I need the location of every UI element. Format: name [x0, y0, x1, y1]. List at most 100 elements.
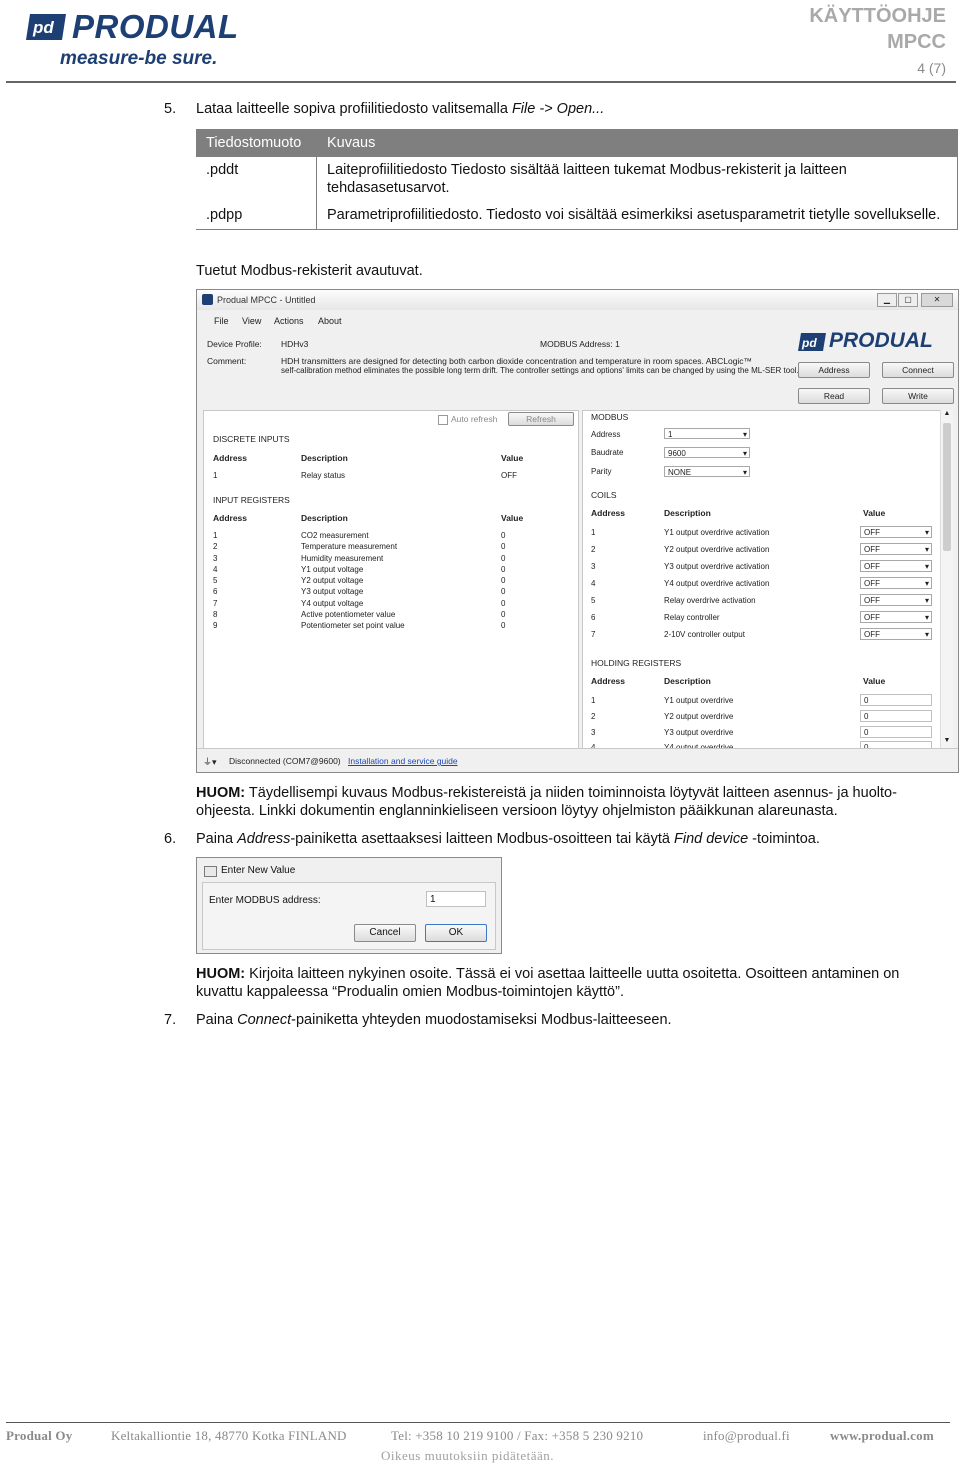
coil-address: 1: [591, 528, 596, 537]
coil-description: Relay controller: [664, 613, 720, 622]
coil-address: 5: [591, 596, 596, 605]
dialog-body: Enter MODBUS address: 1 Cancel OK: [202, 882, 496, 950]
note-2-label: HUOM:: [196, 966, 246, 982]
holding-address: 1: [591, 696, 596, 705]
modbus-address-prompt: Enter MODBUS address:: [209, 895, 321, 906]
modbus-address-input[interactable]: 1: [426, 891, 486, 907]
cell-description: Relay status: [301, 471, 346, 480]
holding-value-input[interactable]: 0: [860, 726, 932, 738]
table-row: 7: [213, 598, 218, 608]
scroll-up-icon[interactable]: ▲: [942, 410, 952, 420]
footer-divider: [6, 1422, 950, 1423]
close-icon[interactable]: ✕: [921, 293, 953, 307]
footer-phone: Tel: +358 10 219 9100 / Fax: +358 5 230 …: [391, 1428, 644, 1443]
holding-description: Y3 output overdrive: [664, 728, 734, 737]
cancel-button[interactable]: Cancel: [354, 924, 416, 942]
table-row: 6: [213, 587, 218, 597]
menu-actions[interactable]: Actions: [274, 316, 304, 326]
column-header: Value: [501, 453, 524, 463]
input-registers-value-column: 0 0 0 0 0 0 0 0 0: [501, 530, 505, 632]
coil-description: Y1 output overdrive activation: [664, 528, 770, 537]
table-row: 0: [501, 542, 506, 552]
ok-button[interactable]: OK: [425, 924, 487, 942]
table-row: 2: [213, 542, 218, 552]
coil-value-dropdown[interactable]: OFF: [860, 628, 932, 641]
status-bar: ⏚▾ Disconnected (COM7@9600) Installation…: [197, 748, 958, 772]
auto-refresh-checkbox[interactable]: [438, 415, 448, 425]
footer-address: Keltakalliontie 18, 48770 Kotka FINLAND: [111, 1428, 347, 1443]
step-7-number: 7.: [164, 1012, 177, 1028]
table-row: Temperature measurement: [301, 542, 398, 552]
logo-text: PRODUAL: [72, 8, 239, 45]
scroll-down-icon[interactable]: ▼: [942, 737, 952, 747]
table-row: CO2 measurement: [301, 531, 369, 540]
vertical-scrollbar[interactable]: ▲ ▼: [940, 410, 953, 748]
table-header-format: Tiedostomuoto: [196, 129, 317, 157]
coil-value-dropdown[interactable]: OFF: [860, 577, 932, 590]
step-5-text: Lataa laitteelle sopiva profiilitiedosto…: [196, 101, 605, 117]
input-registers-address-column: 1 2 3 4 5 6 7 8 9: [213, 530, 217, 632]
coil-value-dropdown[interactable]: OFF: [860, 543, 932, 556]
table-row: 0: [501, 621, 506, 631]
connection-plug-icon: ⏚▾: [203, 757, 217, 767]
coil-address: 6: [591, 613, 596, 622]
modbus-address-dropdown[interactable]: 1: [664, 428, 750, 440]
modbus-address-label: MODBUS Address: 1: [540, 339, 620, 349]
connect-button[interactable]: Connect: [882, 362, 954, 378]
table-row: 8: [213, 610, 218, 620]
table-row: 0: [501, 576, 506, 586]
table-row: 9: [213, 621, 218, 631]
minimize-icon[interactable]: ▁: [877, 293, 897, 307]
table-row: 0: [501, 553, 506, 563]
baudrate-dropdown[interactable]: 9600: [664, 447, 750, 459]
footer-email[interactable]: info@produal.fi: [703, 1428, 790, 1444]
file-type-table: Tiedostomuoto Kuvaus .pddt Laiteprofiili…: [196, 129, 958, 230]
installation-guide-link[interactable]: Installation and service guide: [348, 756, 458, 766]
table-row: 1: [213, 531, 218, 540]
dialog-window-icon: [204, 866, 217, 877]
menu-view[interactable]: View: [242, 316, 261, 326]
app-logo-icon: pd: [798, 333, 826, 351]
step-6-number: 6.: [164, 831, 177, 847]
step-5-number: 5.: [164, 101, 177, 117]
menu-file[interactable]: File: [214, 316, 229, 326]
coil-address: 4: [591, 579, 596, 588]
coil-value-dropdown[interactable]: OFF: [860, 560, 932, 573]
app-logo-text: PRODUAL: [829, 329, 933, 352]
coil-address: 3: [591, 562, 596, 571]
table-row: 0: [501, 587, 506, 597]
header-divider: [6, 81, 956, 83]
produal-logo-icon: pd: [26, 14, 66, 40]
find-device-term: Find device: [674, 831, 749, 847]
coil-value-dropdown[interactable]: OFF: [860, 526, 932, 539]
column-header: Description: [301, 453, 348, 463]
refresh-button[interactable]: Refresh: [508, 412, 574, 426]
holding-address: 3: [591, 728, 596, 737]
svg-text:pd: pd: [32, 18, 54, 37]
menu-path: File -> Open...: [511, 101, 605, 117]
slogan: measure-be sure.: [60, 48, 218, 69]
menu-about[interactable]: About: [318, 316, 342, 326]
table-row: Y3 output voltage: [301, 587, 364, 597]
table-row: 0: [501, 598, 506, 608]
address-button[interactable]: Address: [798, 362, 870, 378]
note-1: HUOM: Täydellisempi kuvaus Modbus-rekist…: [196, 784, 931, 820]
read-button[interactable]: Read: [798, 388, 870, 404]
mpcc-app-window: Produal MPCC - Untitled ▁ ▢ ✕ File View …: [196, 289, 959, 773]
holding-value-input[interactable]: 0: [860, 710, 932, 722]
holding-value-input[interactable]: 0: [860, 694, 932, 706]
footer-web[interactable]: www.produal.com: [830, 1428, 934, 1444]
input-registers-title: INPUT REGISTERS: [213, 495, 290, 505]
app-icon: [202, 294, 213, 305]
coil-value-dropdown[interactable]: OFF: [860, 594, 932, 607]
maximize-icon[interactable]: ▢: [898, 293, 918, 307]
column-header: Address: [591, 676, 626, 686]
coil-value-dropdown[interactable]: OFF: [860, 611, 932, 624]
svg-text:pd: pd: [801, 336, 817, 350]
parity-dropdown[interactable]: NONE: [664, 466, 750, 478]
column-header: Value: [501, 513, 524, 523]
step-7-text: Paina Connect-painiketta yhteyden muodos…: [196, 1012, 672, 1028]
write-button[interactable]: Write: [882, 388, 954, 404]
scrollbar-thumb[interactable]: [943, 423, 951, 551]
holding-description: Y2 output overdrive: [664, 712, 734, 721]
